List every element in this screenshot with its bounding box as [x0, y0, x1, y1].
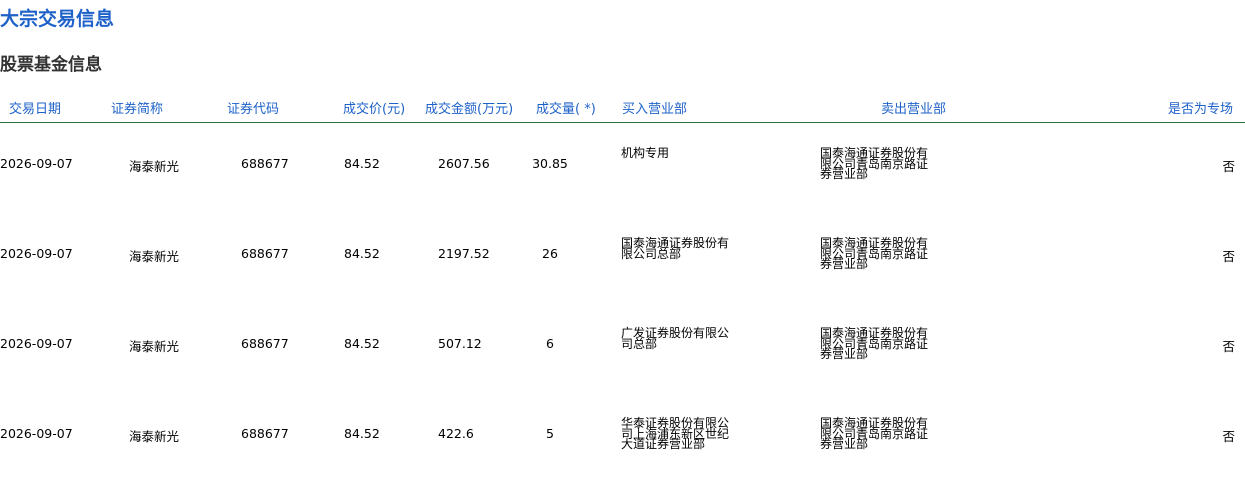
table-header: 交易日期 证券简称 证券代码 成交价(元) 成交金额(万元) 成交量( *) 买… [0, 96, 1245, 123]
cell-code: 688677 [241, 336, 289, 351]
cell-price: 84.52 [344, 156, 380, 171]
cell-volume: 5 [546, 426, 554, 441]
cell-date: 2026-09-07 [0, 156, 73, 171]
cell-name: 海泰新光 [129, 159, 180, 174]
header-amount[interactable]: 成交金额(万元) [425, 98, 513, 117]
cell-special: 否 [1222, 249, 1235, 264]
cell-buyer: 广发证券股份有限公司总部 [621, 326, 730, 351]
cell-seller: 国泰海通证券股份有限公司青岛南京路证券营业部 [820, 236, 929, 271]
cell-code: 688677 [241, 246, 289, 261]
cell-price: 84.52 [344, 426, 380, 441]
cell-buyer: 机构专用 [621, 146, 670, 160]
cell-amount: 2607.56 [438, 156, 490, 171]
cell-special: 否 [1222, 339, 1235, 354]
cell-price: 84.52 [344, 246, 380, 261]
cell-special: 否 [1222, 159, 1235, 174]
cell-volume: 26 [542, 246, 558, 261]
cell-name: 海泰新光 [129, 249, 180, 264]
cell-special: 否 [1222, 429, 1235, 444]
cell-volume: 30.85 [532, 156, 568, 171]
cell-volume: 6 [546, 336, 554, 351]
header-security-name[interactable]: 证券简称 [111, 98, 163, 117]
header-seller[interactable]: 卖出营业部 [881, 98, 946, 117]
cell-date: 2026-09-07 [0, 336, 73, 351]
table-row: 2026-09-07 海泰新光 688677 84.52 422.6 5 华泰证… [0, 394, 1245, 484]
cell-date: 2026-09-07 [0, 246, 73, 261]
cell-amount: 422.6 [438, 426, 474, 441]
cell-seller: 国泰海通证券股份有限公司青岛南京路证券营业部 [820, 146, 929, 181]
table-row: 2026-09-07 海泰新光 688677 84.52 507.12 6 广发… [0, 304, 1245, 394]
header-special[interactable]: 是否为专场 [1168, 98, 1233, 117]
cell-buyer: 国泰海通证券股份有限公司总部 [621, 236, 730, 261]
cell-date: 2026-09-07 [0, 426, 73, 441]
table-row: 2026-09-07 海泰新光 688677 84.52 2197.52 26 … [0, 214, 1245, 304]
cell-seller: 国泰海通证券股份有限公司青岛南京路证券营业部 [820, 416, 929, 451]
cell-amount: 507.12 [438, 336, 482, 351]
table-row: 2026-09-07 海泰新光 688677 84.52 2607.56 30.… [0, 124, 1245, 214]
header-volume[interactable]: 成交量( *) [536, 98, 596, 117]
cell-amount: 2197.52 [438, 246, 490, 261]
section-title: 股票基金信息 [0, 55, 102, 75]
cell-price: 84.52 [344, 336, 380, 351]
header-trade-date[interactable]: 交易日期 [9, 98, 61, 117]
cell-seller: 国泰海通证券股份有限公司青岛南京路证券营业部 [820, 326, 929, 361]
page-title: 大宗交易信息 [0, 8, 115, 30]
header-price[interactable]: 成交价(元) [343, 98, 405, 117]
header-buyer[interactable]: 买入营业部 [622, 98, 687, 117]
header-security-code[interactable]: 证券代码 [227, 98, 279, 117]
cell-name: 海泰新光 [129, 429, 180, 444]
cell-name: 海泰新光 [129, 339, 180, 354]
cell-code: 688677 [241, 156, 289, 171]
cell-buyer: 华泰证券股份有限公司上海浦东新区世纪大道证券营业部 [621, 416, 730, 451]
cell-code: 688677 [241, 426, 289, 441]
